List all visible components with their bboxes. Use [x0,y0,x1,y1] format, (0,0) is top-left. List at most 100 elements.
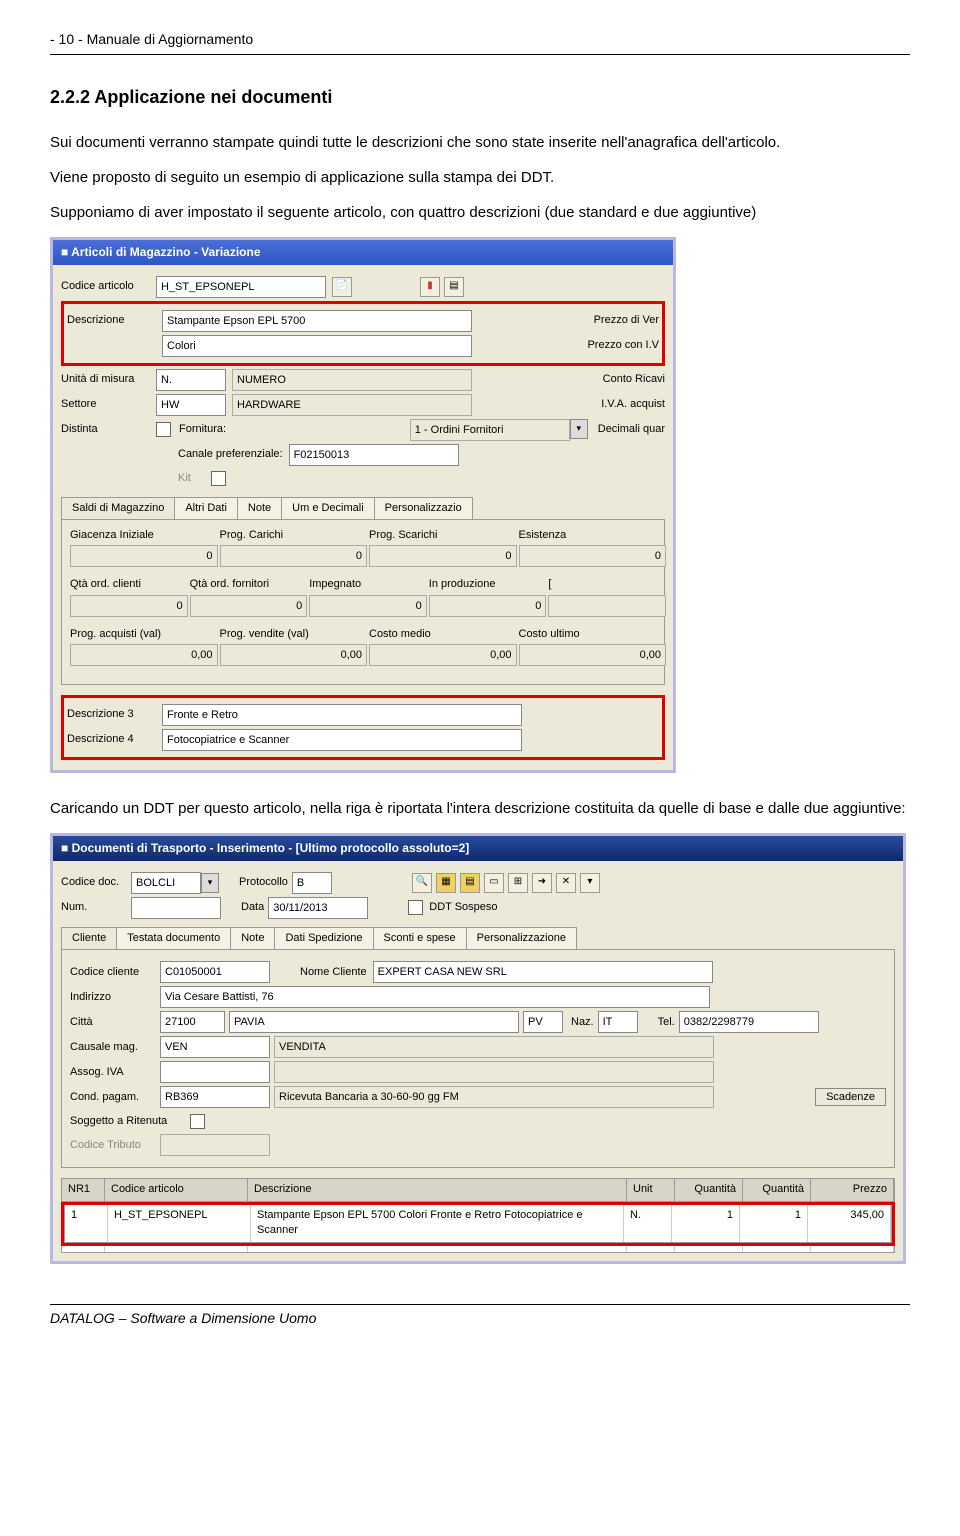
checkbox-soggetto-ritenuta[interactable] [190,1114,205,1129]
label-in-produzione: In produzione [429,577,537,592]
titlebar-ddt-text: Documenti di Trasporto - Inserimento - [… [72,841,470,855]
checkbox-ddt-sospeso[interactable] [408,900,423,915]
input-nome-cliente[interactable] [373,961,713,983]
input-cap[interactable] [160,1011,225,1033]
label-data: Data [241,900,264,915]
tabs-ddt: Cliente Testata documento Note Dati Sped… [61,927,895,949]
input-descrizione4[interactable] [162,729,522,751]
footer-text: DATALOG – Software a Dimensione Uomo [50,1310,316,1326]
checkbox-kit[interactable] [211,471,226,486]
tab-um-decimali[interactable]: Um e Decimali [281,497,375,519]
more-icon[interactable]: ▾ [580,873,600,893]
val-esistenza [519,545,667,567]
titlebar-text: Articoli di Magazzino - Variazione [71,245,260,259]
val-qta-fornitori [190,595,308,617]
input-descrizione-1[interactable] [162,310,472,332]
input-unita-short[interactable] [156,369,226,391]
layout-icon[interactable]: ⊞ [508,873,528,893]
forward-icon[interactable]: ➜ [532,873,552,893]
label-costo-ultimo: Costo ultimo [519,627,657,642]
tab-dati-spedizione[interactable]: Dati Spedizione [274,927,373,949]
stats-icon[interactable]: ▤ [444,277,464,297]
highlight-descrizione: Descrizione Prezzo di Ver Prezzo con I.V [61,301,665,366]
label-tel: Tel. [658,1015,675,1030]
copy-icon[interactable]: 📄 [332,277,352,297]
grid-icon-1[interactable]: ▦ [436,873,456,893]
label-cond-pagam: Cond. pagam. [70,1090,160,1105]
label-ddt-sospeso: DDT Sospeso [429,900,497,915]
panel-saldi: Giacenza Iniziale Prog. Carichi Prog. Sc… [61,519,665,685]
val-giacenza [70,545,218,567]
tab-cliente[interactable]: Cliente [61,927,117,949]
label-canale: Canale preferenziale: [178,447,283,462]
tab-altri-dati[interactable]: Altri Dati [174,497,238,519]
copy-icon-2[interactable]: ▭ [484,873,504,893]
label-assog: Assog. IVA [70,1065,160,1080]
input-protocollo[interactable] [292,872,332,894]
th-qty1: Quantità [675,1179,743,1200]
input-assog[interactable] [160,1061,270,1083]
input-codice-articolo[interactable] [156,276,326,298]
dropdown-fornitura[interactable]: ▾ [570,419,588,439]
tab-saldi[interactable]: Saldi di Magazzino [61,497,175,519]
td-unit: N. [624,1205,672,1242]
input-data[interactable] [268,897,368,919]
td-nr: 1 [65,1205,108,1242]
input-naz[interactable] [598,1011,638,1033]
label-descrizione4: Descrizione 4 [67,732,162,747]
input-descrizione-2[interactable] [162,335,472,357]
input-causale-short[interactable] [160,1036,270,1058]
label-codice-cliente: Codice cliente [70,965,160,980]
label-codice-doc: Codice doc. [61,875,131,890]
input-indirizzo[interactable] [160,986,710,1008]
checkbox-distinta[interactable] [156,422,171,437]
footer-rule [50,1304,910,1305]
input-causale-long [274,1036,714,1058]
page-header: - 10 - Manuale di Aggiornamento [50,30,910,50]
td-code: H_ST_EPSONEPL [108,1205,251,1242]
table-row[interactable]: 1 H_ST_EPSONEPL Stampante Epson EPL 5700… [64,1205,892,1243]
label-qta-clienti: Qtà ord. clienti [70,577,178,592]
tab-note-ddt[interactable]: Note [230,927,275,949]
tab-note[interactable]: Note [237,497,282,519]
label-prog-ven: Prog. vendite (val) [220,627,358,642]
tab-sconti-spese[interactable]: Sconti e spese [373,927,467,949]
td-qty1: 1 [672,1205,740,1242]
input-descrizione3[interactable] [162,704,522,726]
tab-personalizzazione[interactable]: Personalizzazione [466,927,577,949]
input-canale[interactable] [289,444,459,466]
body-p4: Caricando un DDT per questo articolo, ne… [50,798,910,819]
chart-icon[interactable]: ▮ [420,277,440,297]
input-tel[interactable] [679,1011,819,1033]
td-qty2: 1 [740,1205,808,1242]
label-indirizzo: Indirizzo [70,990,160,1005]
input-codice-cliente[interactable] [160,961,270,983]
val-qta-clienti [70,595,188,617]
grid-icon-2[interactable]: ▤ [460,873,480,893]
label-nome-cliente: Nome Cliente [300,965,367,980]
val-prog-ven [220,644,368,666]
input-citta[interactable] [229,1011,519,1033]
search-icon[interactable]: 🔍 [412,873,432,893]
tab-personalizzazio[interactable]: Personalizzazio [374,497,473,519]
label-qta-fornitori: Qtà ord. fornitori [190,577,298,592]
close-icon[interactable]: ✕ [556,873,576,893]
select-fornitura[interactable] [410,419,570,441]
tab-testata[interactable]: Testata documento [116,927,231,949]
input-settore-long [232,394,472,416]
label-settore: Settore [61,397,156,412]
input-num[interactable] [131,897,221,919]
table-row-empty[interactable] [61,1246,895,1253]
input-codice-doc[interactable] [131,872,201,894]
label-codice-tributo: Codice Tributo [70,1138,160,1153]
input-prov[interactable] [523,1011,563,1033]
dropdown-codice-doc[interactable]: ▾ [201,873,219,893]
body-p2: Viene proposto di seguito un esempio di … [50,167,910,188]
th-qty2: Quantità [743,1179,811,1200]
button-scadenze[interactable]: Scadenze [815,1088,886,1106]
input-assog-long [274,1061,714,1083]
input-settore-short[interactable] [156,394,226,416]
input-cond-pagam-short[interactable] [160,1086,270,1108]
th-code: Codice articolo [105,1179,248,1200]
label-descrizione3: Descrizione 3 [67,707,162,722]
